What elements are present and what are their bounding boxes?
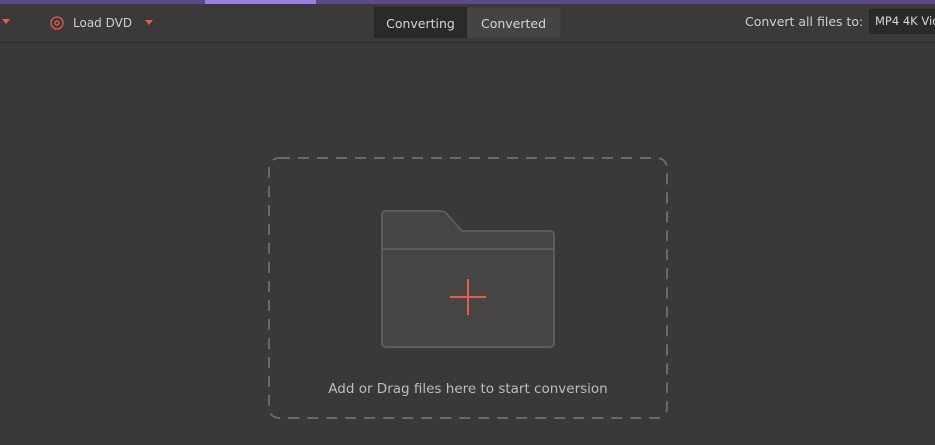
file-drop-zone[interactable]: Add or Drag files here to start conversi…: [268, 157, 668, 419]
drop-zone-message: Add or Drag files here to start conversi…: [328, 381, 608, 397]
conversion-tabs: Converting Converted: [374, 7, 561, 38]
folder-add-icon[interactable]: [380, 209, 556, 349]
toolbar: Load DVD Converting Converted Convert al…: [0, 4, 935, 43]
add-files-dropdown-caret-icon[interactable]: [2, 19, 10, 24]
tab-converted[interactable]: Converted: [467, 7, 561, 38]
load-dvd-button[interactable]: Load DVD: [50, 12, 132, 34]
output-format-select[interactable]: MP4 4K Video: [869, 9, 935, 34]
tab-converting[interactable]: Converting: [374, 7, 467, 38]
load-dvd-dropdown-caret-icon[interactable]: [145, 20, 153, 25]
app-window: Load DVD Converting Converted Convert al…: [0, 0, 935, 445]
convert-all-label: Convert all files to:: [745, 14, 864, 29]
load-dvd-label: Load DVD: [73, 16, 133, 30]
disc-icon: [50, 16, 64, 30]
